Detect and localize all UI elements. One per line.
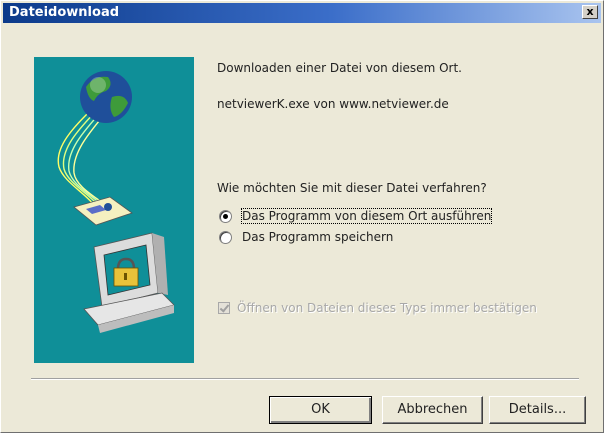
cancel-button[interactable]: Abbrechen <box>382 396 483 424</box>
radio-save-program[interactable]: Das Programm speichern <box>219 229 393 245</box>
details-button[interactable]: Details... <box>489 396 586 424</box>
radio-button-save[interactable] <box>219 230 232 244</box>
always-confirm-checkbox <box>218 302 230 314</box>
close-button[interactable]: x <box>582 5 598 19</box>
file-download-dialog: Dateidownload x Downloaden einer Datei v… <box>0 0 604 433</box>
always-confirm-label: Öffnen von Dateien dieses Typs immer bes… <box>237 301 537 315</box>
radio-button-run[interactable] <box>219 209 232 223</box>
download-description: Downloaden einer Datei von diesem Ort. <box>217 61 462 75</box>
window-title: Dateidownload <box>9 5 120 20</box>
always-confirm-checkbox-row: Öffnen von Dateien dieses Typs immer bes… <box>218 301 537 315</box>
illustration-graphic <box>57 71 175 333</box>
globe-icon <box>80 71 132 123</box>
ok-button[interactable]: OK <box>269 396 372 424</box>
radio-label-save: Das Programm speichern <box>242 230 394 244</box>
title-bar[interactable]: Dateidownload x <box>3 3 601 23</box>
file-source-info: netviewerK.exe von www.netviewer.de <box>217 97 449 111</box>
button-separator <box>31 378 579 380</box>
floppy-disk-icon <box>73 196 133 226</box>
radio-run-program[interactable]: Das Programm von diesem Ort ausführen <box>219 208 493 224</box>
download-illustration <box>34 57 194 363</box>
action-question: Wie möchten Sie mit dieser Datei verfahr… <box>217 181 487 195</box>
radio-label-run: Das Programm von diesem Ort ausführen <box>240 208 493 224</box>
